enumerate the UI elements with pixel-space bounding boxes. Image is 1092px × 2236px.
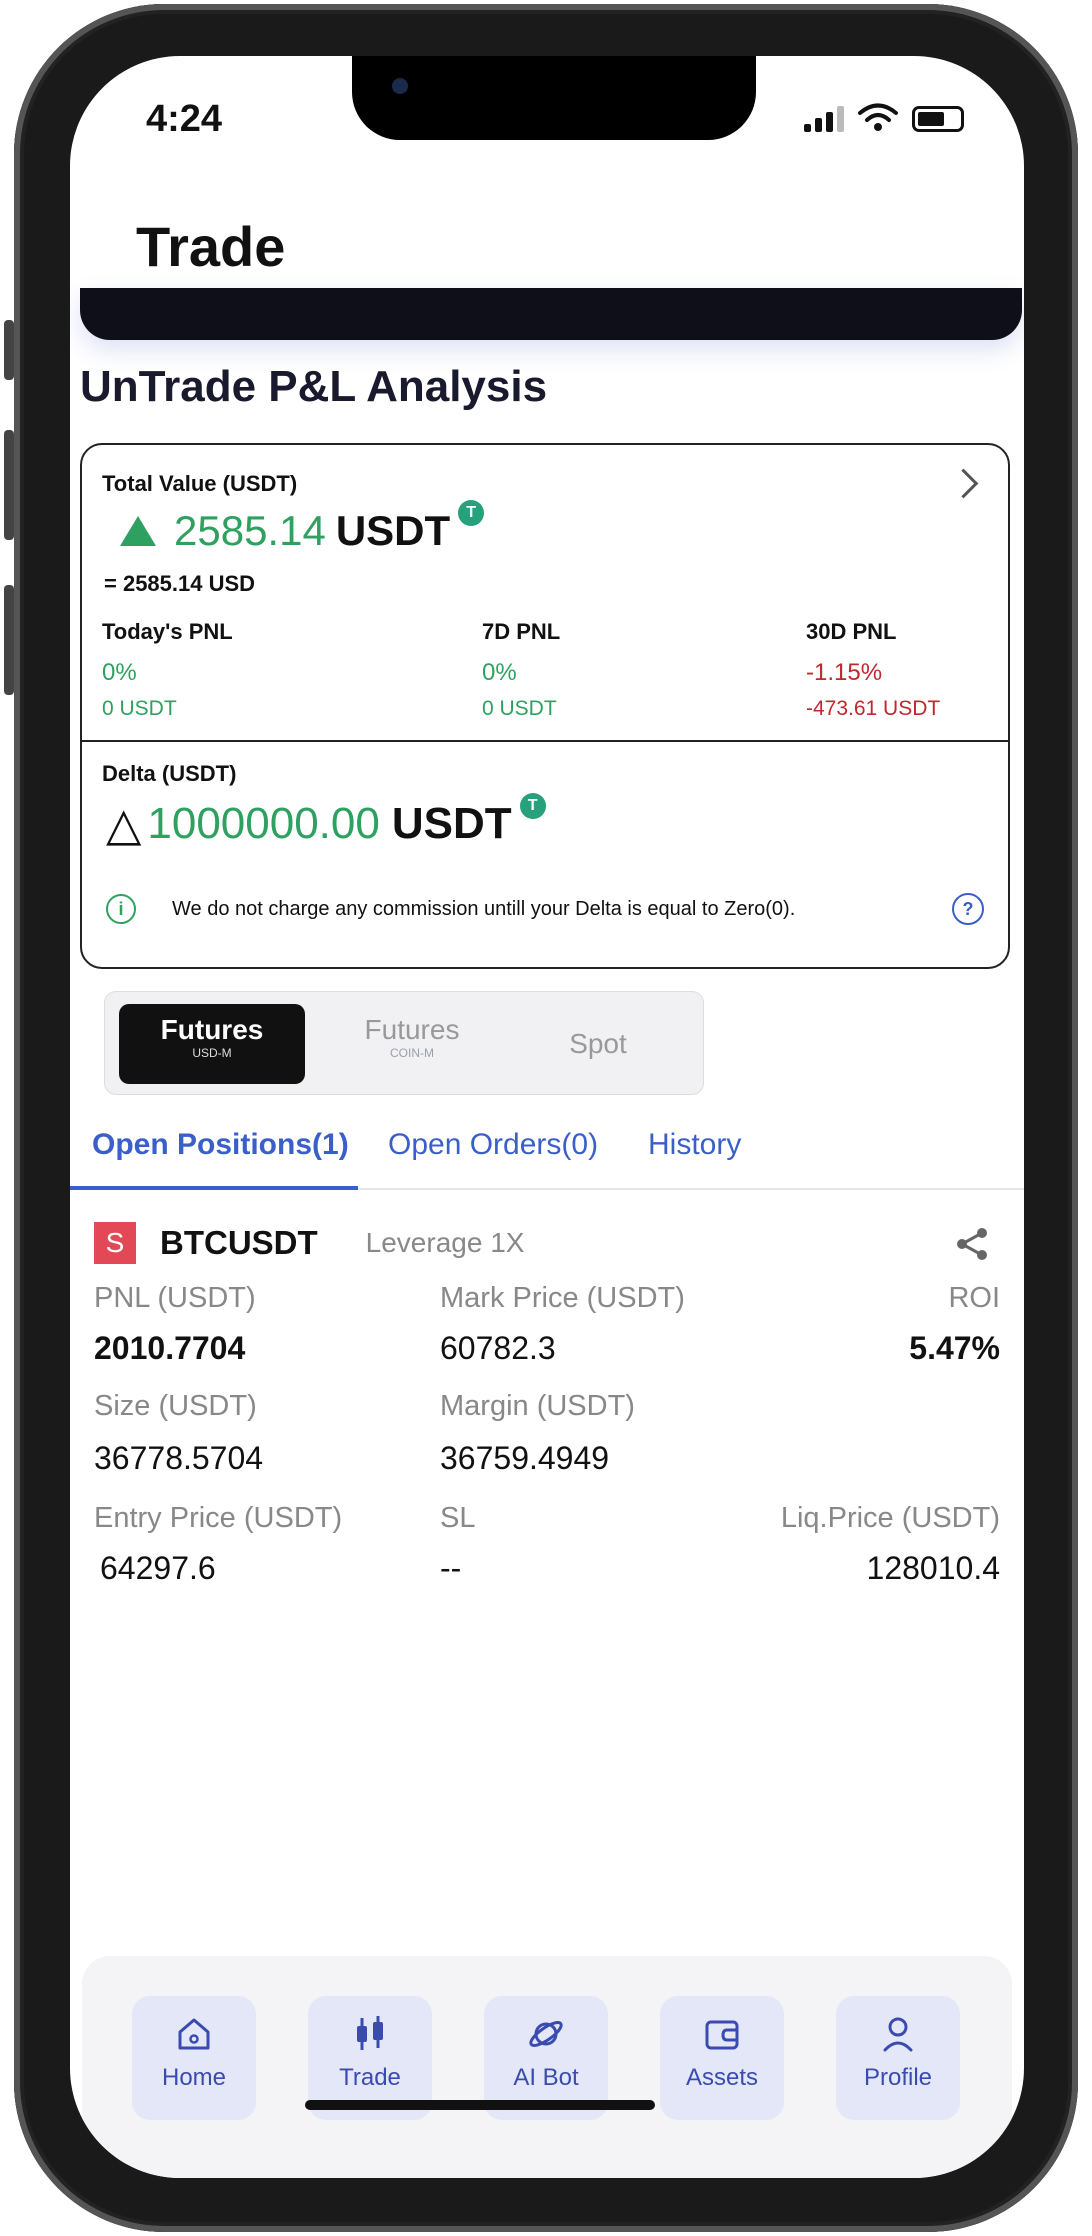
total-value-unit: USDT	[335, 507, 451, 554]
position-leverage: Leverage 1X	[365, 1227, 525, 1258]
position-tabs: Open Positions(1) Open Orders(0) History	[70, 1128, 1024, 1190]
30d-pnl: 30D PNL -1.15% -473.61 USDT	[806, 619, 940, 721]
nav-label: Home	[161, 2064, 227, 2091]
phone-side-button	[4, 585, 14, 695]
tab-history[interactable]: History	[648, 1128, 741, 1162]
active-tab-indicator	[70, 1186, 358, 1190]
short-badge: S	[94, 1222, 136, 1264]
tether-icon: T	[519, 793, 546, 819]
nav-label: Trade	[339, 2064, 401, 2091]
entry-price-value: 64297.6	[100, 1550, 216, 1586]
app-screen: 4:24 Trade UnTrade P&L Analysis Total Va…	[70, 56, 1024, 2178]
commission-info: i We do not charge any commission untill…	[106, 893, 984, 925]
total-value-label: Total Value (USDT)	[102, 471, 298, 496]
liq-price-label: Liq.Price (USDT)	[780, 1502, 1000, 1534]
chevron-right-icon[interactable]	[948, 468, 979, 499]
7d-pnl-pct: 0%	[482, 659, 517, 686]
today-pnl-amount: 0 USDT	[102, 697, 177, 720]
roi-label: ROI	[948, 1282, 1000, 1314]
tab-open-positions[interactable]: Open Positions(1)	[92, 1128, 349, 1162]
delta-icon: △	[106, 798, 142, 850]
today-pnl: Today's PNL 0% 0 USDT	[102, 619, 233, 721]
position-header: S BTCUSDT Leverage 1X	[94, 1222, 994, 1264]
status-icons	[804, 102, 964, 132]
segment-sublabel: COIN-M	[390, 1046, 434, 1060]
wallet-icon	[705, 2020, 739, 2050]
segment-spot[interactable]: Spot	[505, 1004, 691, 1084]
30d-pnl-amount: -473.61 USDT	[806, 697, 941, 720]
segment-futures-coinm[interactable]: Futures COIN-M	[319, 1004, 505, 1084]
margin-label: Margin (USDT)	[440, 1390, 635, 1422]
nav-label: Assets	[685, 2064, 759, 2091]
nav-label: Profile	[863, 2064, 933, 2091]
7d-pnl-amount: 0 USDT	[482, 697, 557, 720]
today-pnl-pct: 0%	[102, 659, 137, 686]
mark-price-label: Mark Price (USDT)	[440, 1282, 685, 1314]
segment-label: Futures	[160, 1014, 264, 1045]
camera	[392, 78, 408, 94]
notch	[352, 56, 756, 140]
sl-label: SL	[440, 1502, 476, 1534]
delta-label: Delta (USDT)	[102, 761, 237, 786]
pnl-value: 2010.7704	[94, 1330, 246, 1366]
7d-pnl-label: 7D PNL	[482, 619, 561, 644]
home-icon	[178, 2018, 210, 2050]
30d-pnl-pct: -1.15%	[806, 659, 883, 686]
bottom-nav: Home Trade AI Bot Assets Profile	[82, 1956, 1012, 2178]
phone-side-button	[4, 320, 14, 380]
up-arrow-icon	[120, 516, 156, 546]
commission-info-text: We do not charge any commission untill y…	[172, 897, 796, 920]
summary-banner	[80, 288, 1022, 340]
wifi-icon	[858, 103, 898, 131]
liq-price-value: 128010.4	[866, 1550, 1000, 1586]
nav-label: AI Bot	[513, 2064, 579, 2091]
delta-unit: USDT	[391, 799, 512, 848]
pnl-card[interactable]: Total Value (USDT) 2585.14 USDT T = 2585…	[80, 443, 1010, 969]
today-pnl-label: Today's PNL	[102, 619, 233, 644]
nav-assets[interactable]: Assets	[660, 1996, 784, 2120]
position-symbol: BTCUSDT	[160, 1224, 318, 1261]
30d-pnl-label: 30D PNL	[806, 619, 897, 644]
home-indicator[interactable]	[305, 2100, 655, 2110]
segment-label: Futures	[364, 1014, 460, 1045]
phone-side-button	[4, 430, 14, 540]
margin-value: 36759.4949	[440, 1440, 610, 1476]
mark-price-value: 60782.3	[440, 1330, 556, 1366]
segment-sublabel: USD-M	[192, 1046, 232, 1060]
nav-home[interactable]: Home	[132, 1996, 256, 2120]
delta-value: △ 1000000.00 USDT T	[106, 793, 546, 851]
roi-value: 5.47%	[909, 1330, 1000, 1366]
help-icon[interactable]: ?	[952, 893, 984, 925]
tab-open-orders[interactable]: Open Orders(0)	[388, 1128, 598, 1162]
tether-icon: T	[458, 500, 485, 526]
total-value-amount: 2585.14	[174, 507, 326, 554]
size-label: Size (USDT)	[94, 1390, 257, 1422]
7d-pnl: 7D PNL 0% 0 USDT	[482, 619, 560, 721]
size-value: 36778.5704	[94, 1440, 264, 1476]
status-time: 4:24	[146, 98, 223, 140]
total-value: 2585.14 USDT T	[120, 500, 485, 555]
segment-futures-usdm[interactable]: Futures USD-M	[119, 1004, 305, 1084]
battery-icon	[912, 106, 964, 132]
signal-icon	[804, 106, 844, 132]
total-value-usd: = 2585.14 USD	[104, 571, 256, 596]
user-icon	[883, 2017, 913, 2052]
nav-profile[interactable]: Profile	[836, 1996, 960, 2120]
info-icon: i	[106, 894, 136, 924]
share-icon[interactable]	[954, 1226, 990, 1262]
pnl-label: PNL (USDT)	[94, 1282, 256, 1314]
market-type-selector: Futures USD-M Futures COIN-M Spot	[104, 991, 704, 1095]
divider	[82, 740, 1008, 742]
candlestick-icon	[357, 2016, 383, 2050]
segment-label: Spot	[569, 1028, 627, 1059]
planet-icon	[529, 2021, 563, 2047]
delta-amount: 1000000.00	[147, 799, 380, 848]
entry-price-label: Entry Price (USDT)	[94, 1502, 343, 1534]
section-title: UnTrade P&L Analysis	[80, 362, 548, 411]
page-title: Trade	[136, 215, 286, 278]
sl-value: --	[440, 1550, 462, 1586]
